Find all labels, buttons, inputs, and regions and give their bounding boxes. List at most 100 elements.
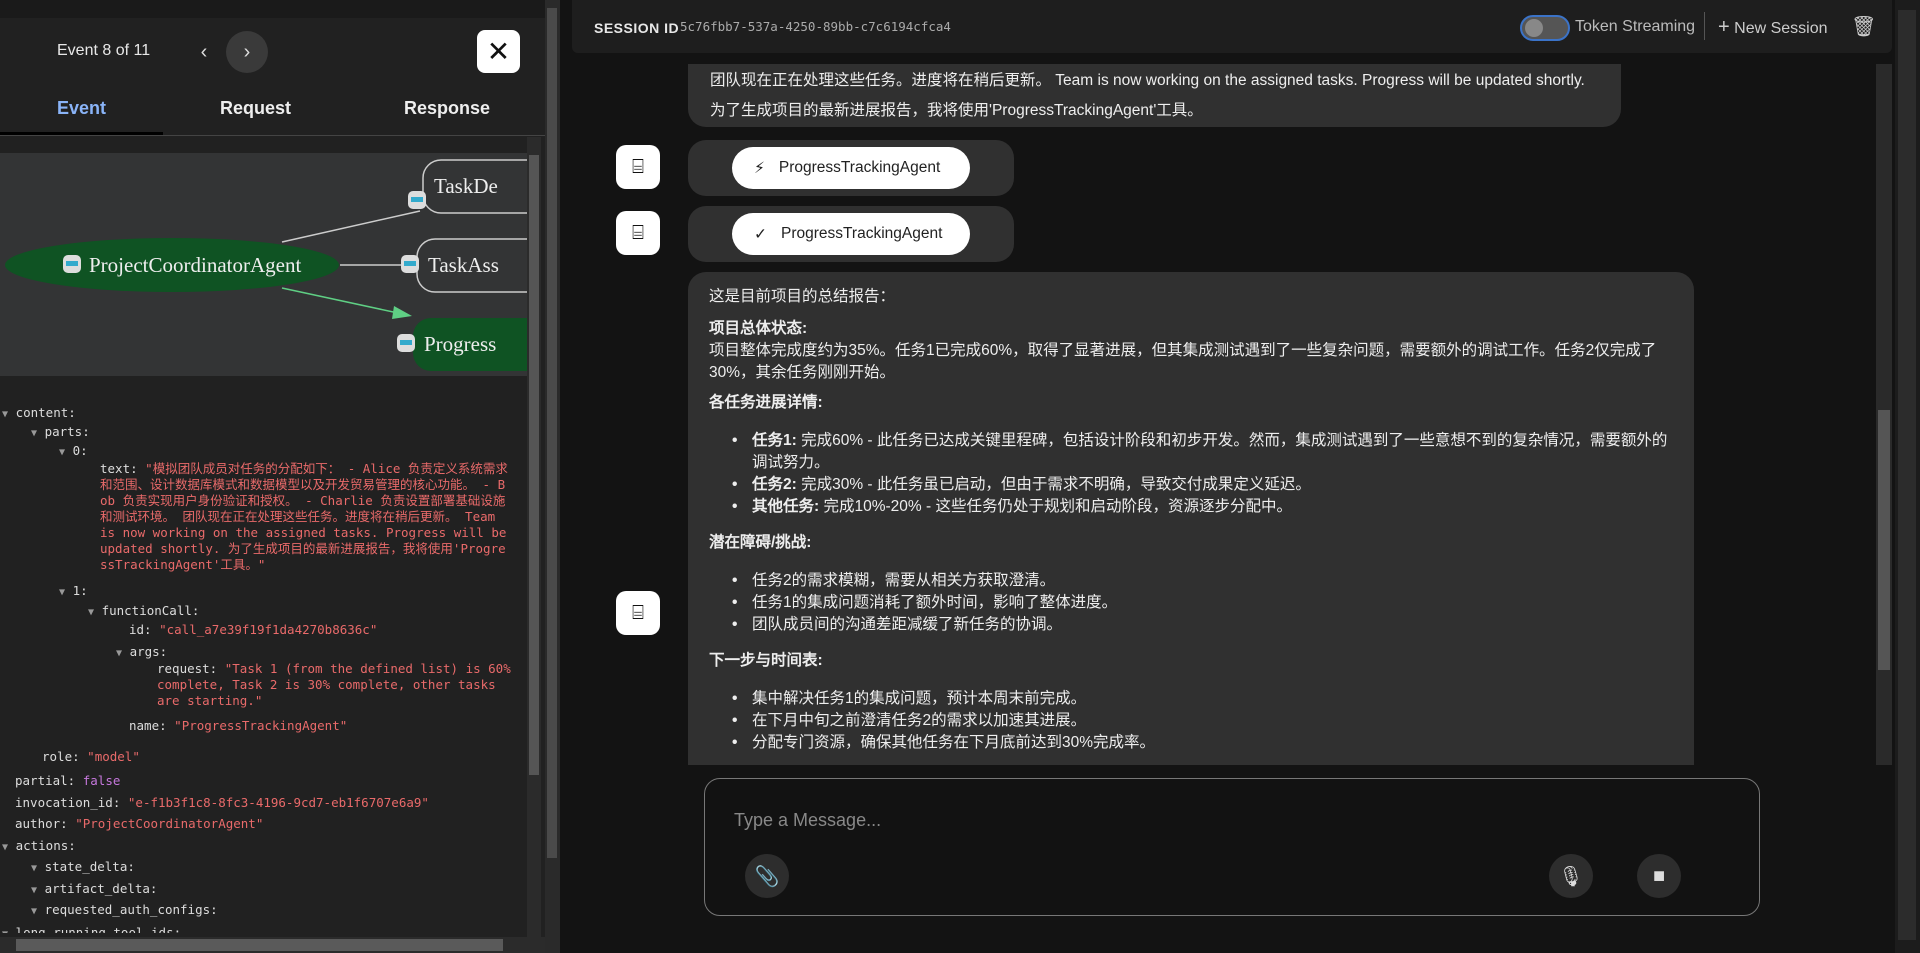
tree-value: "ProgressTrackingAgent" [174, 718, 348, 733]
tree-key: requested_auth_configs: [44, 902, 218, 917]
graph-edge-active [281, 287, 399, 314]
video-button[interactable]: ■ [1637, 854, 1681, 898]
graph-edge [281, 210, 421, 243]
function-response-button[interactable]: ✓ ProgressTrackingAgent [732, 213, 970, 255]
tab-event[interactable]: Event [57, 98, 106, 119]
divider [0, 135, 545, 136]
task-list: 任务1: 完成60% - 此任务已达成关键里程碑，包括设计阶段和初步开发。然而，… [732, 430, 1673, 518]
prev-event-button[interactable]: ‹ [183, 31, 225, 73]
toggle-knob [1525, 19, 1543, 37]
list-item: 任务2: 完成30% - 此任务虽已启动，但由于需求不明确，导致交付成果定义延迟… [732, 474, 1673, 496]
plus-icon: + [1718, 16, 1730, 38]
token-streaming-label: Token Streaming [1575, 18, 1696, 35]
token-streaming-toggle[interactable] [1520, 15, 1570, 41]
tree-key: 0: [72, 443, 88, 458]
delete-session-button[interactable]: 🗑 [1851, 14, 1876, 39]
tree-key: long_running_tool_ids: [15, 925, 182, 933]
robot-icon [397, 334, 415, 352]
tree-key: id: [129, 622, 152, 637]
attach-button[interactable]: 📎 [745, 854, 789, 898]
function-response-label: ProgressTrackingAgent [781, 225, 943, 242]
report-heading: 项目总体状态: [709, 320, 808, 337]
list-item: 集中解决任务1的集成问题，预计本周末前完成。 [732, 688, 1673, 710]
report-heading: 潜在障碍/挑战: [709, 534, 812, 551]
list-item: 任务1: 完成60% - 此任务已达成关键里程碑，包括设计阶段和初步开发。然而，… [732, 430, 1673, 474]
collapse-triangle-icon[interactable]: ▼ [59, 447, 65, 458]
list-item: 任务2的需求模糊，需要从相关方获取澄清。 [732, 570, 1673, 592]
collapse-triangle-icon[interactable]: ▼ [59, 587, 65, 598]
collapse-triangle-icon[interactable]: ▼ [88, 607, 94, 618]
collapse-triangle-icon[interactable]: ▼ [2, 929, 8, 933]
close-button[interactable]: ✕ [477, 30, 520, 73]
microphone-icon: 🎙 [1558, 865, 1584, 888]
trash-icon: 🗑 [1851, 16, 1877, 38]
scrollbar-thumb[interactable] [1878, 410, 1890, 670]
risk-list: 任务2的需求模糊，需要从相关方获取澄清。 任务1的集成问题消耗了额外时间，影响了… [732, 570, 1673, 636]
collapse-triangle-icon[interactable]: ▼ [31, 428, 37, 439]
tree-key: functionCall: [101, 603, 200, 618]
robot-icon [408, 191, 426, 209]
scrollbar-thumb[interactable] [547, 8, 557, 858]
tree-key: author: [15, 816, 68, 831]
collapse-triangle-icon[interactable]: ▼ [2, 409, 8, 420]
session-id: 5c76fbb7-537a-4250-89bb-c7c6194cfca4 [680, 19, 951, 34]
tree-value: "ProjectCoordinatorAgent" [75, 816, 264, 831]
report-message: 这是目前项目的总结报告： 项目总体状态: 项目整体完成度约为35%。任务1已完成… [688, 272, 1694, 765]
function-call-button[interactable]: ⚡ ProgressTrackingAgent [732, 147, 970, 189]
collapse-triangle-icon[interactable]: ▼ [31, 906, 37, 917]
tree-key: parts: [44, 424, 90, 439]
message-text: 为了生成项目的最新进展报告，我将使用'ProgressTrackingAgent… [710, 102, 1203, 119]
tree-value: "e-f1b3f1c8-8fc3-4196-9cd7-eb1f6707e6a9" [127, 795, 429, 810]
tree-value: false [82, 773, 121, 788]
report-heading: 各任务进展详情: [709, 394, 823, 411]
session-id-label: SESSION ID [594, 20, 680, 36]
report-paragraph: 项目整体完成度约为35%。任务1已完成60%，取得了显著进展，但其集成测试遇到了… [709, 342, 1657, 381]
next-event-button[interactable]: › [226, 31, 268, 73]
chat-messages: 团队现在正在处理这些任务。进度将在稍后更新。 Team is now worki… [580, 64, 1876, 765]
event-counter: Event 8 of 11 [57, 42, 151, 59]
collapse-triangle-icon[interactable]: ▼ [2, 842, 8, 853]
divider [1704, 12, 1705, 40]
collapse-triangle-icon[interactable]: ▼ [116, 648, 122, 659]
robot-icon: ⌸ [632, 601, 644, 624]
tree-key: content: [15, 405, 76, 420]
robot-icon [63, 255, 81, 273]
bot-avatar: ⌸ [616, 591, 660, 635]
tree-value: "model" [87, 749, 140, 764]
tree-key: state_delta: [44, 859, 135, 874]
scrollbar-thumb[interactable] [529, 155, 539, 775]
paperclip-icon: 📎 [754, 865, 780, 888]
graph-node-label: Progress [424, 332, 496, 356]
microphone-button[interactable]: 🎙 [1549, 854, 1593, 898]
agent-message: 团队现在正在处理这些任务。进度将在稍后更新。 Team is now worki… [688, 64, 1621, 127]
close-icon: ✕ [486, 36, 511, 67]
bot-avatar: ⌸ [616, 211, 660, 255]
check-icon: ✓ [754, 225, 767, 243]
new-session-label: New Session [1734, 20, 1828, 37]
tree-key: partial: [15, 773, 76, 788]
tab-request[interactable]: Request [220, 98, 291, 119]
tree-key: actions: [15, 838, 76, 853]
message-input[interactable]: Type a Message... [734, 810, 881, 831]
bot-avatar: ⌸ [616, 145, 660, 189]
collapse-triangle-icon[interactable]: ▼ [31, 863, 37, 874]
message-input-box: Type a Message... 📎 🎙 ■ [704, 778, 1760, 916]
graph-node-label: TaskAss [428, 253, 499, 277]
function-call-label: ProgressTrackingAgent [778, 159, 941, 176]
tool-call-message: ⚡ ProgressTrackingAgent [688, 140, 1014, 196]
tab-response[interactable]: Response [404, 98, 490, 119]
new-session-button[interactable]: + New Session [1718, 16, 1828, 39]
next-steps-list: 集中解决任务1的集成问题，预计本周末前完成。 在下月中旬之前澄清任务2的需求以加… [732, 688, 1673, 754]
tree-key: role: [42, 749, 80, 764]
scrollbar-thumb[interactable] [1898, 10, 1916, 940]
collapse-triangle-icon[interactable]: ▼ [31, 885, 37, 896]
robot-icon [401, 255, 419, 273]
list-item: 任务1的集成问题消耗了额外时间，影响了整体进度。 [732, 592, 1673, 614]
tree-key: args: [129, 644, 168, 659]
graph-node-label: ProjectCoordinatorAgent [89, 253, 301, 277]
chevron-left-icon: ‹ [200, 40, 208, 63]
scrollbar-thumb[interactable] [16, 939, 503, 951]
top-strip [0, 0, 545, 18]
tree-key: text: [100, 461, 138, 476]
list-item: 在下月中旬之前澄清任务2的需求以加速其进展。 [732, 710, 1673, 732]
